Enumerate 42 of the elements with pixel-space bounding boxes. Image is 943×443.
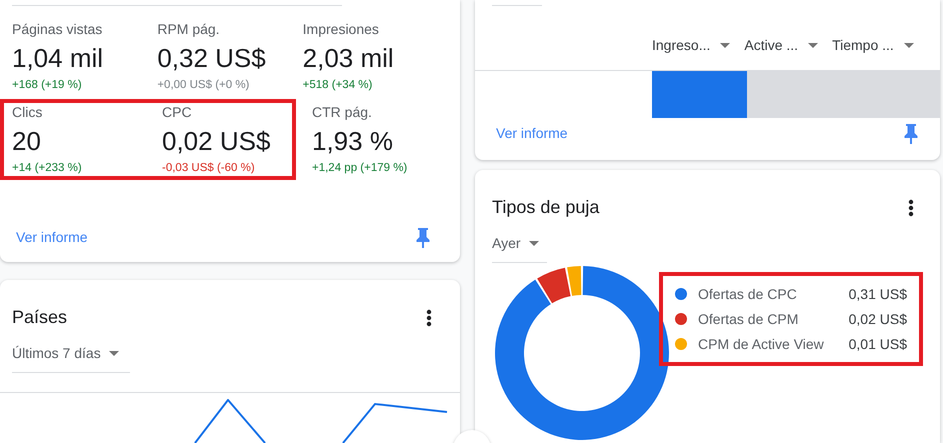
metric-label: Clics: [12, 103, 44, 121]
metric-label: CTR pág.: [312, 103, 373, 121]
metric-label: CPC: [162, 103, 193, 121]
column-header[interactable]: Active ...: [744, 35, 818, 56]
metric-label: Impresiones: [302, 20, 380, 38]
metric-change: +168 (+19 %): [12, 78, 83, 93]
card-title: Países: [12, 306, 68, 329]
metric-change: +14 (+233 %): [12, 161, 83, 176]
metric-change: +0,00 US$ (+0 %): [157, 78, 250, 93]
metric-change: -0,03 US$ (-60 %): [162, 161, 256, 176]
metric-label: RPM pág.: [157, 20, 221, 38]
legend-value: 0,31 US$: [848, 284, 907, 304]
legend-value: 0,01 US$: [848, 334, 907, 354]
period-dropdown[interactable]: Últimos 7 días: [12, 343, 130, 373]
card-title: Tipos de puja: [492, 196, 600, 219]
metric-value: 20: [12, 125, 42, 158]
caret-icon: [904, 43, 914, 48]
caret-icon: [720, 43, 730, 48]
legend-label: Ofertas de CPC: [698, 284, 798, 304]
pin-icon[interactable]: [416, 228, 430, 248]
metric-value: 0,32 US$: [157, 42, 267, 75]
metric-value: 1,93 %: [312, 125, 394, 158]
metric-value: 0,02 US$: [162, 125, 272, 158]
caret-icon: [528, 241, 539, 246]
legend-value: 0,02 US$: [848, 310, 907, 328]
more-options-icon[interactable]: [908, 198, 914, 216]
metric-value: 1,04 mil: [12, 42, 104, 75]
period-dropdown[interactable]: Ayer: [492, 233, 547, 263]
metric-change: +1,24 pp (+179 %): [312, 161, 408, 176]
metric-label: Páginas vistas: [12, 20, 104, 38]
column-header[interactable]: Ingreso...: [652, 35, 730, 56]
caret-icon: [808, 43, 818, 48]
column-header[interactable]: Tiempo ...: [832, 35, 914, 56]
more-options-icon[interactable]: [426, 308, 432, 326]
pin-icon[interactable]: [904, 124, 918, 144]
legend-label: CPM de Active View: [698, 334, 825, 354]
view-report-link[interactable]: Ver informe: [16, 227, 88, 248]
caret-icon: [108, 351, 119, 356]
metric-value: 2,03 mil: [302, 42, 395, 75]
legend-label: Ofertas de CPM: [698, 310, 800, 328]
view-report-link[interactable]: Ver informe: [496, 123, 568, 144]
metric-change: +518 (+34 %): [302, 78, 374, 93]
